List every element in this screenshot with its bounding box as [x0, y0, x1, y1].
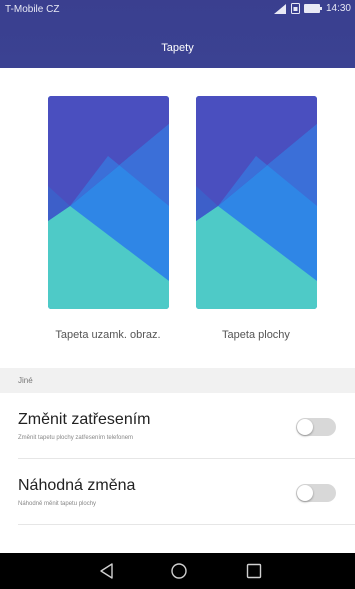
- carrier-label: T-Mobile CZ: [5, 4, 60, 15]
- setting-title: Změnit zatřesením: [18, 411, 151, 428]
- navigation-bar: [0, 553, 355, 589]
- home-screen-wallpaper-label[interactable]: Tapeta plochy: [181, 329, 331, 341]
- wallpaper-image: [196, 96, 317, 309]
- setting-description: Změnit tapetu plochy zatřesením telefone…: [18, 435, 134, 441]
- shake-to-change-toggle[interactable]: [296, 418, 336, 436]
- section-header-other: Jiné: [0, 368, 355, 393]
- toggle-knob: [297, 485, 313, 501]
- sim-icon: [290, 3, 300, 14]
- signal-icon: [273, 4, 286, 14]
- shake-to-change-setting[interactable]: Změnit zatřesením Změnit tapetu plochy z…: [0, 393, 355, 458]
- status-icons: 14:30: [273, 3, 351, 14]
- wallpaper-previews: Tapeta uzamk. obraz. Tapeta plochy: [0, 68, 355, 368]
- home-screen-wallpaper-thumbnail[interactable]: [196, 96, 317, 309]
- wallpaper-image: [48, 96, 169, 309]
- random-change-setting[interactable]: Náhodná změna Náhodně měnit tapetu ploch…: [0, 459, 355, 524]
- lock-screen-wallpaper-label[interactable]: Tapeta uzamk. obraz.: [33, 329, 183, 341]
- setting-description: Náhodně měnit tapetu plochy: [18, 501, 97, 507]
- recent-apps-icon[interactable]: [245, 562, 263, 580]
- home-icon[interactable]: [170, 562, 188, 580]
- lock-screen-wallpaper-thumbnail[interactable]: [48, 96, 169, 309]
- section-label: Jiné: [18, 376, 33, 385]
- page-title: Tapety: [161, 42, 194, 54]
- status-bar: T-Mobile CZ 14:30: [0, 0, 355, 20]
- app-header: T-Mobile CZ 14:30 Tapety: [0, 0, 355, 68]
- divider: [18, 524, 355, 525]
- clock: 14:30: [325, 3, 351, 14]
- toggle-knob: [297, 419, 313, 435]
- random-change-toggle[interactable]: [296, 484, 336, 502]
- battery-icon: [303, 4, 322, 13]
- back-icon[interactable]: [98, 562, 116, 580]
- setting-title: Náhodná změna: [18, 477, 136, 494]
